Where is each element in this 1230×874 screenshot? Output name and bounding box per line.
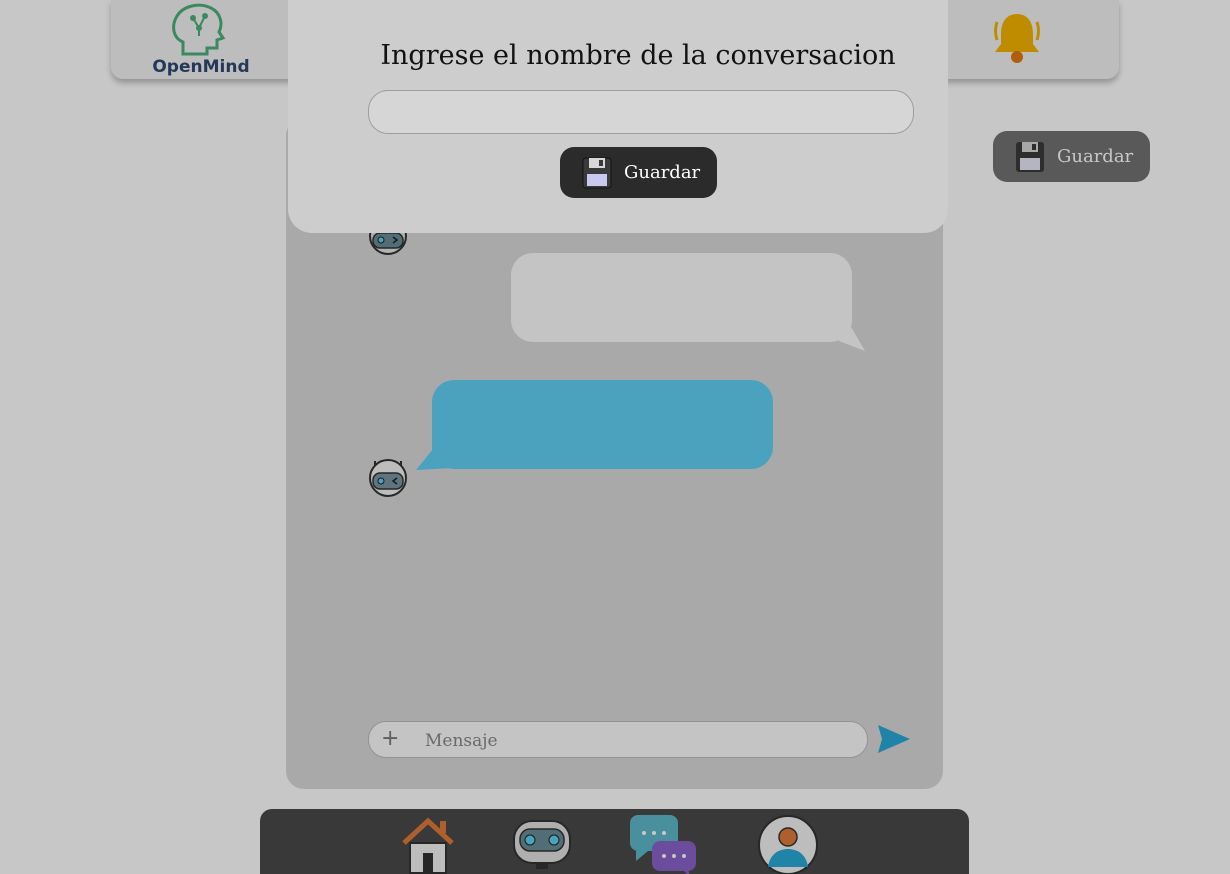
name-conversation-modal: Ingrese el nombre de la conversacion Gua… (288, 0, 948, 233)
modal-save-button[interactable]: Guardar (560, 147, 717, 198)
modal-title: Ingrese el nombre de la conversacion (380, 40, 896, 71)
modal-save-label: Guardar (624, 162, 701, 183)
floppy-disk-icon (582, 157, 612, 188)
conversation-name-input[interactable] (368, 90, 914, 134)
